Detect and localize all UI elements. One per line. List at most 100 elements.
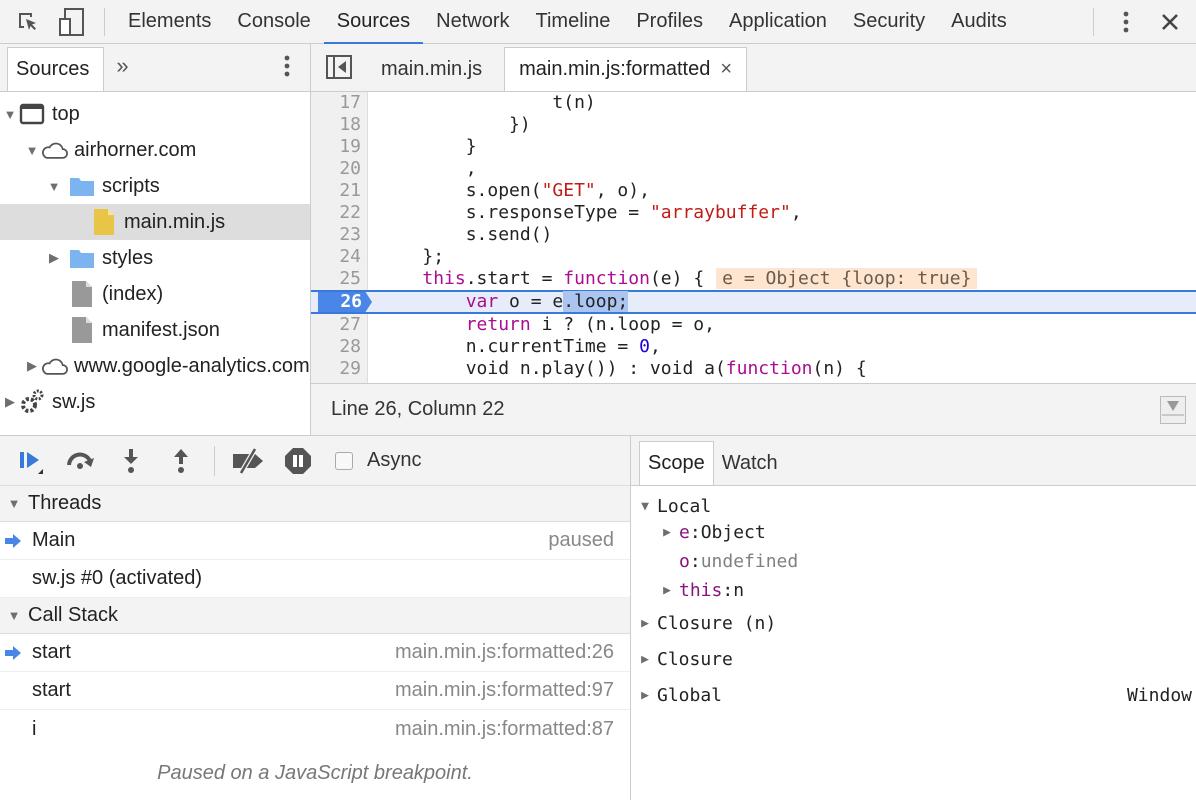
triangle-right-icon[interactable]: ▶ <box>2 394 18 410</box>
scope-variable[interactable]: o: undefined <box>637 547 1196 576</box>
code-line[interactable]: 28 n.currentTime = 0, <box>311 336 1196 358</box>
script-file-icon <box>90 208 118 236</box>
line-number: 17 <box>339 92 361 113</box>
toggle-debugger-icon[interactable] <box>1160 395 1186 424</box>
triangle-down-icon[interactable]: ▼ <box>46 178 62 194</box>
tab-profiles[interactable]: Profiles <box>623 0 716 44</box>
tree-item-file-selected[interactable]: main.min.js <box>0 204 310 240</box>
step-out-icon[interactable] <box>156 441 206 481</box>
code-line[interactable]: 27 return i ? (n.loop = o, <box>311 314 1196 336</box>
tab-network[interactable]: Network <box>423 0 522 44</box>
code-line[interactable]: 21 s.open("GET", o), <box>311 180 1196 202</box>
thread-row-main[interactable]: Main paused <box>0 522 630 560</box>
line-number: 23 <box>339 224 361 245</box>
threads-section-header[interactable]: ▼ Threads <box>0 486 630 522</box>
scope-variable[interactable]: ▶ this: n <box>637 576 1196 605</box>
step-into-icon[interactable] <box>106 441 156 481</box>
async-checkbox[interactable]: Async <box>335 449 421 472</box>
frame-location[interactable]: main.min.js:formatted:97 <box>395 679 614 702</box>
tree-item-file[interactable]: manifest.json <box>0 312 310 348</box>
code-line[interactable]: 19 } <box>311 136 1196 158</box>
line-number: 24 <box>339 246 361 267</box>
tab-console[interactable]: Console <box>224 0 323 44</box>
more-vertical-icon[interactable] <box>284 54 290 84</box>
tab-security[interactable]: Security <box>840 0 938 44</box>
number-literal: 0 <box>639 336 650 357</box>
code-text: var o = e.loop; <box>465 291 629 312</box>
code-area[interactable]: 17 t(n) 18 }) 19 } 20 , 21 s.open("GET", o),… <box>311 92 1196 383</box>
code-line[interactable]: 25 this.start = function(e) {e = Object … <box>311 268 1196 290</box>
code-line[interactable]: 23 s.send() <box>311 224 1196 246</box>
close-tab-icon[interactable]: × <box>720 58 732 81</box>
callframe-row[interactable]: start main.min.js:formatted:26 <box>0 634 630 672</box>
tab-scope[interactable]: Scope <box>639 441 714 485</box>
tree-item-folder[interactable]: ▼ scripts <box>0 168 310 204</box>
tree-item-folder[interactable]: ▶ styles <box>0 240 310 276</box>
inspect-element-icon[interactable] <box>6 0 50 44</box>
frame-name: i <box>32 717 37 740</box>
resume-icon[interactable] <box>6 441 56 481</box>
tab-elements[interactable]: Elements <box>115 0 224 44</box>
section-title: Call Stack <box>28 604 119 626</box>
code-line[interactable]: 17 t(n) <box>311 92 1196 114</box>
code-text: }; <box>422 246 445 267</box>
debugger-toolbar: Async <box>0 436 630 486</box>
frame-location[interactable]: main.min.js:formatted:87 <box>395 718 614 741</box>
scope-panel: Scope Watch ▼ Local ▶ e: Object o: undef… <box>631 435 1196 800</box>
tree-item-label: top <box>52 102 80 125</box>
debugger-sidebar: Async ▼ Threads Main paused sw.js #0 (ac… <box>0 435 631 800</box>
tree-item-top[interactable]: ▼ top <box>0 96 310 132</box>
tree-item-service-worker[interactable]: ▶ sw.js <box>0 384 310 420</box>
callstack-section-header[interactable]: ▼ Call Stack <box>0 598 630 634</box>
scope-tabbar: Scope Watch <box>631 436 1196 486</box>
scope-global[interactable]: ▶ Global Window <box>637 677 1196 713</box>
colon: : <box>689 522 701 543</box>
scope-variable[interactable]: ▶ e: Object <box>637 518 1196 547</box>
triangle-right-icon: ▶ <box>663 525 671 540</box>
tab-sources-navigator[interactable]: Sources <box>7 47 105 91</box>
code-text: void n.play()) : void a(function(n) { <box>465 358 867 379</box>
tree-item-domain[interactable]: ▼ airhorner.com <box>0 132 310 168</box>
more-tabs-icon[interactable]: » <box>116 47 128 91</box>
code-line[interactable]: 29 void n.play()) : void a(function(n) { <box>311 358 1196 380</box>
code-line-current[interactable]: 26 var o = e.loop; <box>311 290 1196 314</box>
thread-row-sw[interactable]: sw.js #0 (activated) <box>0 560 630 598</box>
frame-location[interactable]: main.min.js:formatted:26 <box>395 641 614 664</box>
code-line[interactable]: 24 }; <box>311 246 1196 268</box>
code-line[interactable]: 18 }) <box>311 114 1196 136</box>
tab-watch[interactable]: Watch <box>714 441 786 485</box>
scope-closure[interactable]: ▶ Closure <box>637 641 1196 677</box>
triangle-right-icon[interactable]: ▶ <box>24 358 40 374</box>
tree-item-label: airhorner.com <box>74 138 197 161</box>
toggle-navigator-icon[interactable] <box>311 43 367 91</box>
scope-closure-n[interactable]: ▶ Closure (n) <box>637 605 1196 641</box>
tab-sources[interactable]: Sources <box>323 0 424 45</box>
checkbox-box[interactable] <box>335 451 353 470</box>
triangle-down-icon[interactable]: ▼ <box>2 106 18 122</box>
close-icon[interactable] <box>1148 0 1192 44</box>
cloud-icon <box>40 352 68 380</box>
triangle-right-icon[interactable]: ▶ <box>46 250 62 266</box>
scope-section-label: Global <box>657 684 723 706</box>
tab-audits[interactable]: Audits <box>938 0 1020 44</box>
callframe-row[interactable]: start main.min.js:formatted:97 <box>0 672 630 710</box>
tab-application[interactable]: Application <box>716 0 840 44</box>
device-toolbar-icon[interactable] <box>50 0 94 44</box>
editor-tab-main-min-js[interactable]: main.min.js <box>367 47 496 91</box>
code-line[interactable]: 20 , <box>311 158 1196 180</box>
tab-timeline[interactable]: Timeline <box>523 0 624 44</box>
deactivate-breakpoints-icon[interactable] <box>223 441 273 481</box>
pause-on-exceptions-icon[interactable] <box>273 441 323 481</box>
tree-item-file[interactable]: (index) <box>0 276 310 312</box>
callframe-row[interactable]: i main.min.js:formatted:87 <box>0 710 630 748</box>
triangle-down-icon[interactable]: ▼ <box>24 142 40 158</box>
cursor-position: Line 26, Column 22 <box>331 398 505 420</box>
tree-item-label: sw.js <box>52 390 96 413</box>
step-over-icon[interactable] <box>56 441 106 481</box>
tree-item-domain[interactable]: ▶ www.google-analytics.com <box>0 348 310 384</box>
code-line[interactable]: 22 s.responseType = "arraybuffer", <box>311 202 1196 224</box>
editor-tab-formatted[interactable]: main.min.js:formatted × <box>504 47 747 91</box>
breakpoint-marker[interactable]: 26 <box>318 292 372 312</box>
code-text: } <box>465 136 477 157</box>
more-vertical-icon[interactable] <box>1104 0 1148 44</box>
